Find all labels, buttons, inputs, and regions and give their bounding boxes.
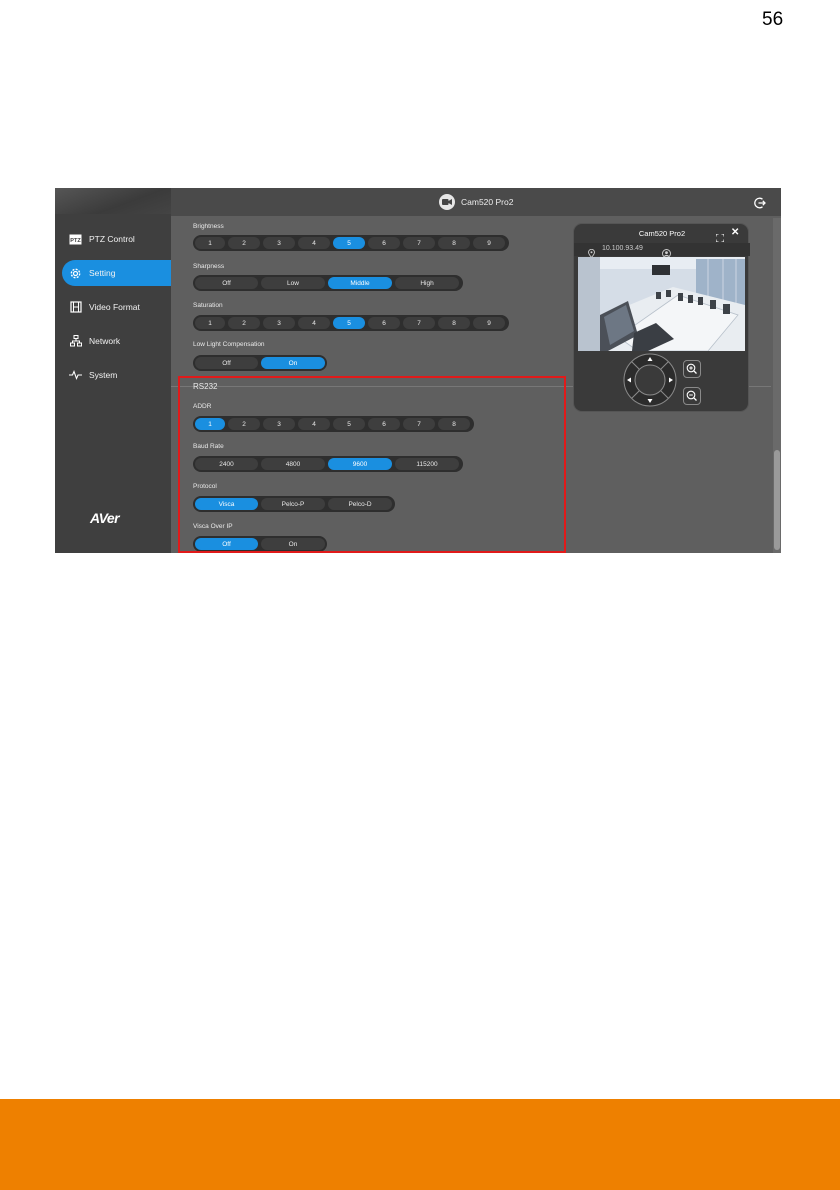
camera-name: Cam520 Pro2 [461,197,514,207]
saturation-selector: 1 2 3 4 5 6 7 8 9 [193,315,509,331]
close-icon[interactable]: ✕ [731,227,739,238]
sidebar-item-video-format[interactable]: Video Format [55,294,171,320]
sidebar-item-label: Setting [89,268,116,278]
sharpness-option-off[interactable]: Off [195,277,258,289]
sharpness-selector: Off Low Middle High [193,275,463,291]
svg-text:PTZ: PTZ [70,238,81,244]
aver-logo: AVer [90,510,120,526]
saturation-option-9[interactable]: 9 [473,317,505,329]
brightness-option-1[interactable]: 1 [195,237,225,249]
sidebar-item-label: System [89,370,118,380]
saturation-option-7[interactable]: 7 [403,317,435,329]
saturation-option-3[interactable]: 3 [263,317,295,329]
zoom-out-button[interactable] [683,387,701,405]
saturation-option-6[interactable]: 6 [368,317,400,329]
camera-video-feed [578,257,745,351]
sharpness-option-middle[interactable]: Middle [328,277,392,289]
brightness-option-2[interactable]: 2 [228,237,260,249]
low-light-option-on[interactable]: On [261,357,325,369]
page-footer-bar [0,1099,840,1190]
ptz-direction-pad[interactable] [623,353,677,407]
sidebar-item-label: Video Format [89,302,140,312]
brightness-option-9[interactable]: 9 [473,237,505,249]
brightness-option-8[interactable]: 8 [438,237,470,249]
preview-info-bar [574,243,750,259]
sharpness-label: Sharpness [193,263,225,270]
brightness-label: Brightness [193,223,224,230]
brightness-selector: 1 2 3 4 5 6 7 8 9 [193,235,509,251]
logout-icon[interactable] [754,196,766,209]
sidebar-item-label: Network [89,336,121,346]
sharpness-option-low[interactable]: Low [261,277,325,289]
zoom-in-button[interactable] [683,360,701,378]
low-light-selector: Off On [193,355,327,371]
zoom-in-icon [686,363,697,374]
network-icon [69,335,82,348]
rs232-highlight-box [178,376,566,553]
low-light-option-off[interactable]: Off [195,357,258,369]
film-icon [69,301,82,314]
brightness-option-4[interactable]: 4 [298,237,330,249]
saturation-option-1[interactable]: 1 [195,317,225,329]
sidebar-item-network[interactable]: Network [55,328,171,354]
brightness-option-5[interactable]: 5 [333,237,365,249]
pulse-icon [69,369,82,382]
sharpness-option-high[interactable]: High [395,277,459,289]
sidebar-item-system[interactable]: System [55,362,171,388]
low-light-label: Low Light Compensation [193,341,265,348]
sidebar: PTZ PTZ Control Setting Video Format Net… [55,188,171,553]
camera-title: Cam520 Pro2 [439,194,513,210]
brightness-option-7[interactable]: 7 [403,237,435,249]
sidebar-item-ptz-control[interactable]: PTZ PTZ Control [55,226,171,252]
sidebar-header [55,188,171,214]
page-number: 56 [762,9,784,30]
sidebar-item-setting[interactable]: Setting [62,260,171,286]
saturation-option-5[interactable]: 5 [333,317,365,329]
scrollbar[interactable] [773,218,781,553]
saturation-option-2[interactable]: 2 [228,317,260,329]
preview-panel: Cam520 Pro2 ✕ 10.100.93.49 [573,223,750,412]
fullscreen-icon[interactable] [715,229,725,243]
camera-icon [439,194,455,210]
scrollbar-thumb[interactable] [774,450,780,550]
top-bar: Cam520 Pro2 [171,188,781,216]
gear-icon [69,267,82,280]
saturation-option-4[interactable]: 4 [298,317,330,329]
camera-ip-address: 10.100.93.49 [602,245,643,252]
zoom-out-icon [686,390,697,401]
saturation-label: Saturation [193,302,223,309]
ptz-icon: PTZ [69,233,82,246]
sidebar-item-label: PTZ Control [89,234,135,244]
brightness-option-3[interactable]: 3 [263,237,295,249]
saturation-option-8[interactable]: 8 [438,317,470,329]
brightness-option-6[interactable]: 6 [368,237,400,249]
